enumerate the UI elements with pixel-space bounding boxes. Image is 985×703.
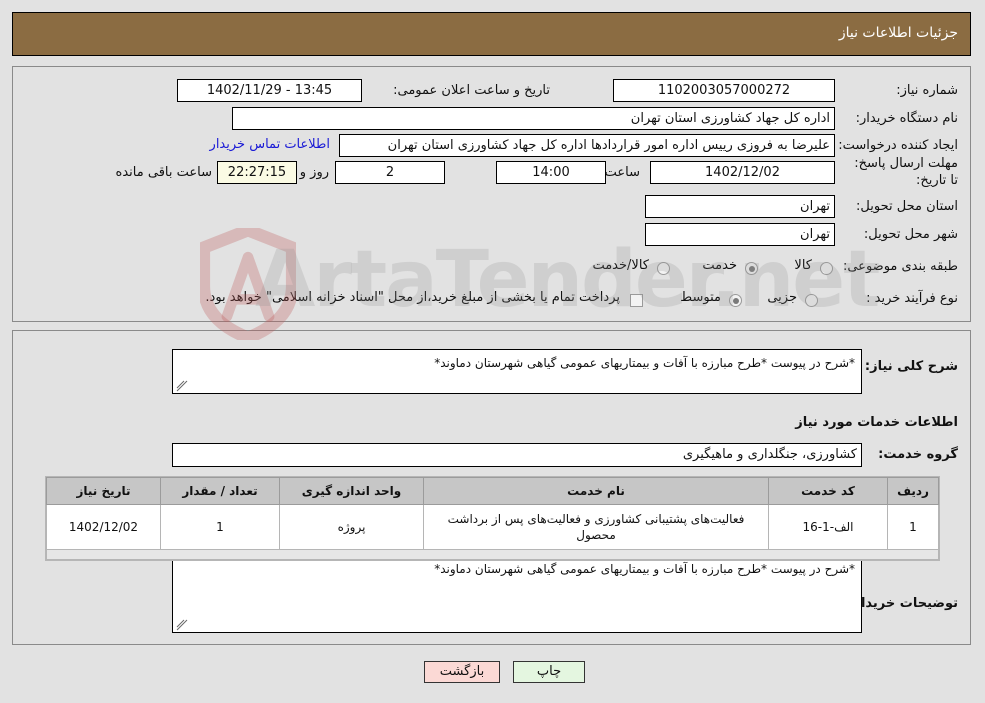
cell-unit: پروژه (279, 504, 424, 550)
service-group-value: کشاورزی، جنگلداری و ماهیگیری (172, 443, 862, 467)
general-description-value: *شرح در پیوست *طرح مبارزه با آفات و بیمت… (434, 356, 855, 370)
services-table: ردیف کد خدمت نام خدمت واحد اندازه گیری ت… (46, 477, 939, 560)
page-title: جزئیات اطلاعات نیاز (838, 25, 958, 41)
delivery-city-label: شهر محل تحویل: (863, 227, 958, 242)
purchase-process-label: نوع فرآیند خرید : (866, 291, 958, 306)
back-button[interactable]: بازگشت (424, 661, 500, 683)
announcement-datetime-label: تاریخ و ساعت اعلان عمومی: (393, 83, 550, 98)
radio-category-kala[interactable] (820, 262, 833, 275)
page-root: جزئیات اطلاعات نیاز شماره نیاز: 11020030… (0, 0, 985, 703)
need-number-label: شماره نیاز: (896, 83, 958, 98)
need-number-value: 1102003057000272 (613, 79, 835, 102)
radio-category-khedmat[interactable] (745, 262, 758, 275)
resize-grip-icon (176, 619, 188, 631)
buyer-contact-link[interactable]: اطلاعات تماس خریدار (210, 137, 330, 152)
general-description-label: شرح کلی نیاز: (864, 359, 958, 374)
deadline-label: مهلت ارسال پاسخ: تا تاریخ: (854, 156, 958, 188)
buyer-notes-label: توضیحات خریدار: (848, 596, 958, 611)
cell-name: فعالیت‌های پشتیبانی کشاورزی و فعالیت‌های… (423, 504, 769, 550)
request-creator-value: علیرضا به فروزی رییس اداره امور قرارداده… (339, 134, 835, 157)
radio-category-kala-khedmat-label: کالا/خدمت (592, 258, 649, 273)
services-info-heading: اطلاعات خدمات مورد نیاز (795, 415, 958, 430)
treasury-bond-note: پرداخت تمام یا بخشی از مبلغ خرید،از محل … (205, 290, 620, 305)
general-description-textarea[interactable]: *شرح در پیوست *طرح مبارزه با آفات و بیمت… (172, 349, 862, 394)
subject-category-label: طبقه بندی موضوعی: (842, 259, 958, 274)
treasury-bond-checkbox[interactable] (630, 294, 643, 307)
need-summary-panel: شماره نیاز: 1102003057000272 تاریخ و ساع… (12, 66, 971, 322)
buyer-org-label: نام دستگاه خریدار: (855, 111, 958, 126)
radio-process-motavaset[interactable] (729, 294, 742, 307)
radio-category-khedmat-label: خدمت (702, 258, 737, 273)
buyer-notes-value: *شرح در پیوست *طرح مبارزه با آفات و بیمت… (434, 562, 855, 576)
radio-process-jozee[interactable] (805, 294, 818, 307)
request-creator-label: ایجاد کننده درخواست: (838, 138, 958, 153)
col-date: تاریخ نیاز (46, 477, 161, 505)
col-quantity: تعداد / مقدار (160, 477, 280, 505)
table-footer-cell (46, 549, 939, 560)
cell-row: 1 (887, 504, 939, 550)
days-label: روز و (299, 165, 329, 180)
delivery-province-value: تهران (645, 195, 835, 218)
col-code: کد خدمت (768, 477, 888, 505)
buyer-notes-textarea[interactable]: *شرح در پیوست *طرح مبارزه با آفات و بیمت… (172, 555, 862, 633)
resize-grip-icon (176, 380, 188, 392)
deadline-date-value: 1402/12/02 (650, 161, 835, 184)
page-header-bar: جزئیات اطلاعات نیاز (12, 12, 971, 56)
delivery-city-value: تهران (645, 223, 835, 246)
delivery-province-label: استان محل تحویل: (856, 199, 958, 214)
col-name: نام خدمت (423, 477, 769, 505)
radio-process-jozee-label: جزیی (767, 290, 797, 305)
buyer-org-value: اداره کل جهاد کشاورزی استان تهران (232, 107, 835, 130)
cell-quantity: 1 (160, 504, 280, 550)
col-row: ردیف (887, 477, 939, 505)
table-row: 1 الف-1-16 فعالیت‌های پشتیبانی کشاورزی و… (46, 504, 939, 550)
radio-category-kala-khedmat[interactable] (657, 262, 670, 275)
announcement-datetime-value: 13:45 - 1402/11/29 (177, 79, 362, 102)
cell-code: الف-1-16 (768, 504, 888, 550)
deadline-time-value: 14:00 (496, 161, 606, 184)
table-footer-row (46, 549, 939, 560)
days-remaining-value: 2 (335, 161, 445, 184)
service-group-label: گروه خدمت: (878, 447, 958, 462)
countdown-label: ساعت باقی مانده (115, 165, 212, 180)
col-unit: واحد اندازه گیری (279, 477, 424, 505)
radio-process-motavaset-label: متوسط (680, 290, 721, 305)
countdown-value: 22:27:15 (217, 161, 297, 184)
print-button[interactable]: چاپ (513, 661, 585, 683)
cell-date: 1402/12/02 (46, 504, 161, 550)
deadline-hour-label: ساعت (604, 165, 640, 180)
table-header-row: ردیف کد خدمت نام خدمت واحد اندازه گیری ت… (46, 477, 939, 505)
radio-category-kala-label: کالا (794, 258, 812, 273)
